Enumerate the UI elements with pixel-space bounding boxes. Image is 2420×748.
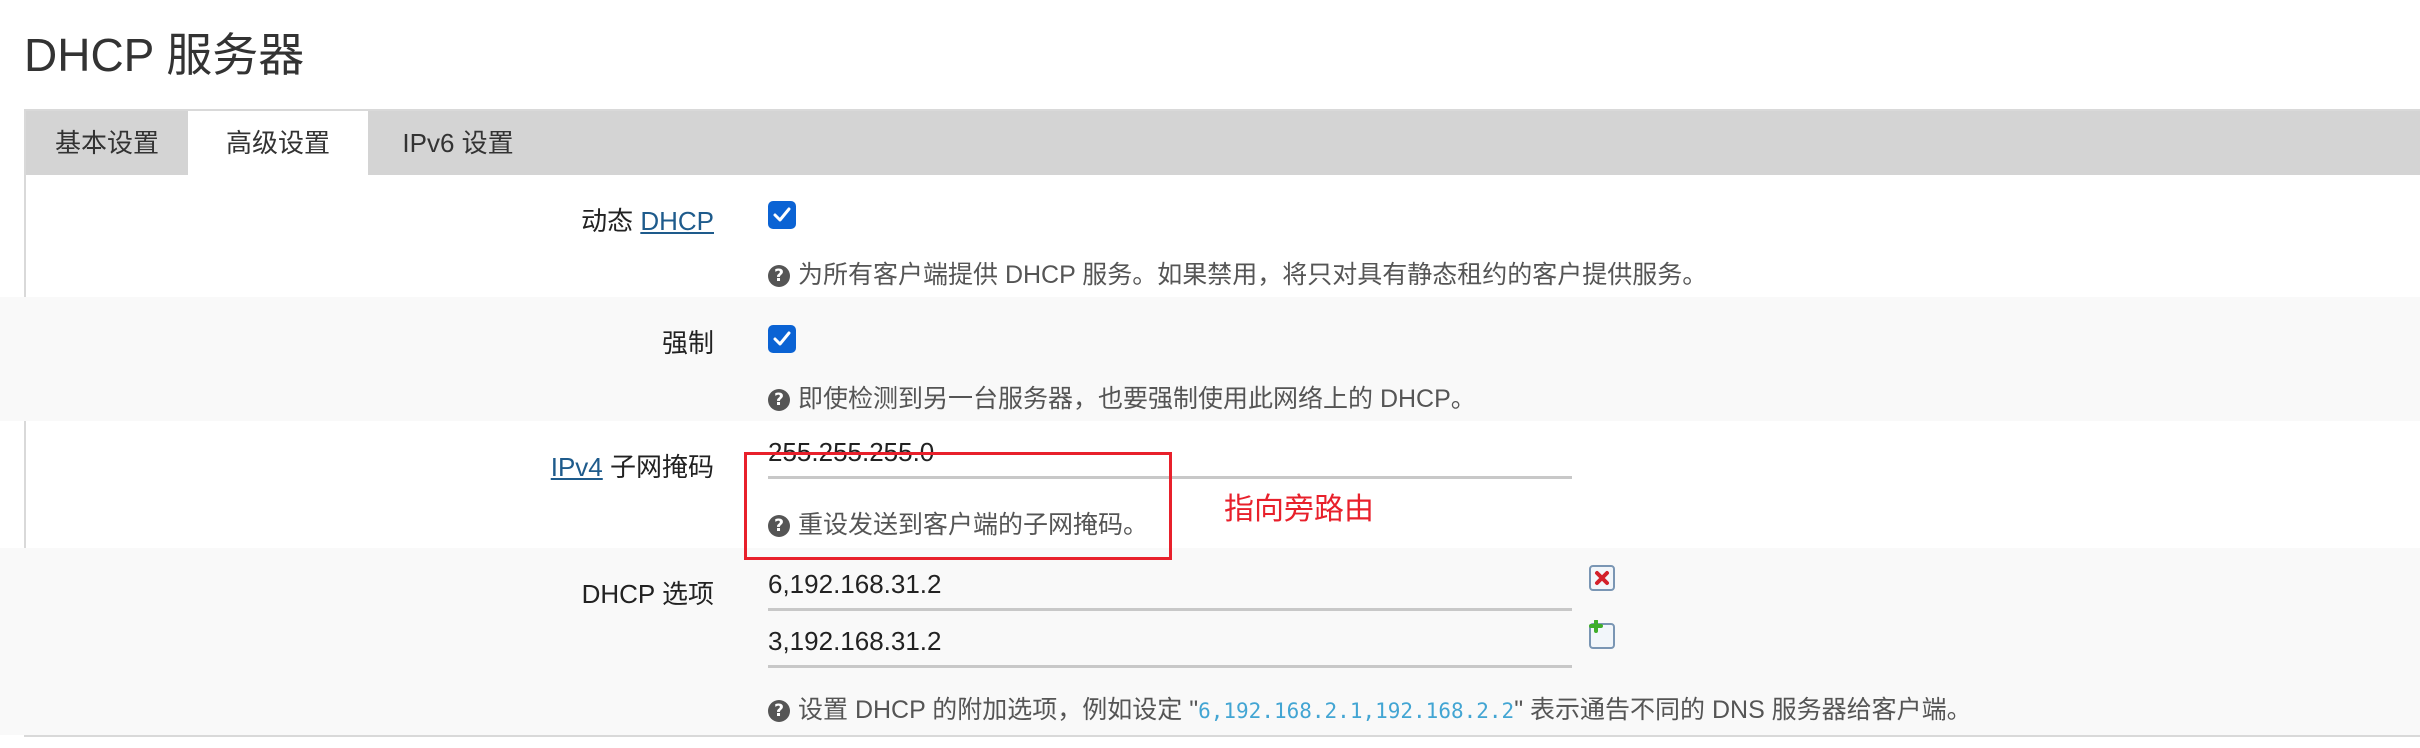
row-netmask: IPv4 子网掩码 ?重设发送到客户端的子网掩码。 [0,421,2420,548]
force-help-text: 即使检测到另一台服务器，也要强制使用此网络上的 DHCP。 [798,385,1476,413]
tab-bar: 基本设置 高级设置 IPv6 设置 [26,111,2420,175]
dynamic-dhcp-label-text: 动态 [581,206,641,236]
row-dynamic-dhcp: 动态 DHCP ? 为所有客户端提供 DHCP 服务。如果禁用，将只对具有静态租约… [0,175,2420,297]
dhcp-options-help: ? 设置 DHCP 的附加选项，例如设定 "6,192.168.2.1,192.1… [768,690,1972,726]
dynamic-dhcp-help: ? 为所有客户端提供 DHCP 服务。如果禁用，将只对具有静态租约的客户提供服务。 [768,255,1707,291]
ipv4-link[interactable]: IPv4 [551,452,603,482]
tab-ipv6-settings[interactable]: IPv6 设置 [368,111,548,175]
checkmark-icon [773,331,791,346]
row-dhcp-options: DHCP 选项 ? 设置 DHCP 的附加选项，例如设定 "6,192.168.2… [0,548,2420,735]
dhcp-link[interactable]: DHCP [640,206,714,236]
annotation-highlight-box [744,452,1172,560]
question-icon: ? [768,265,790,287]
dynamic-dhcp-checkbox[interactable] [768,201,796,229]
tab-advanced-settings[interactable]: 高级设置 [188,111,368,175]
remove-option-icon[interactable] [1588,564,1618,594]
tab-basic-settings[interactable]: 基本设置 [26,111,188,175]
dhcp-option-input-1[interactable] [768,561,1572,611]
question-icon: ? [768,700,790,722]
dhcp-options-help-prefix: 设置 DHCP 的附加选项，例如设定 " [798,696,1199,724]
netmask-label-text: 子网掩码 [602,452,714,482]
netmask-label: IPv4 子网掩码 [551,447,714,484]
dynamic-dhcp-help-text: 为所有客户端提供 DHCP 服务。如果禁用，将只对具有静态租约的客户提供服务。 [798,261,1708,289]
checkmark-icon [773,207,791,222]
dhcp-options-help-suffix: " 表示通告不同的 DNS 服务器给客户端。 [1514,696,1972,724]
force-label: 强制 [661,328,714,358]
dynamic-dhcp-label: 动态 DHCP [581,201,714,238]
page-title: DHCP 服务器 [24,29,305,81]
force-help: ? 即使检测到另一台服务器，也要强制使用此网络上的 DHCP。 [768,379,1476,415]
dhcp-option-input-2[interactable] [768,618,1572,668]
add-option-icon[interactable] [1588,619,1618,650]
dhcp-options-label: DHCP 选项 [581,579,714,609]
dhcp-options-help-code: 6,192.168.2.1,192.168.2.2 [1198,699,1515,723]
force-checkbox[interactable] [768,325,796,353]
row-force: 强制 ? 即使检测到另一台服务器，也要强制使用此网络上的 DHCP。 [0,297,2420,421]
annotation-text: 指向旁路由 [1224,493,1374,526]
question-icon: ? [768,389,790,411]
